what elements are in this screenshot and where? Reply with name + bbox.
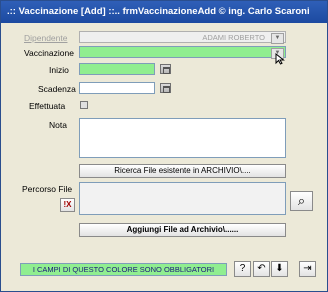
nota-textarea[interactable] [79,118,286,158]
search-icon[interactable]: ⌕ [290,191,313,211]
scadenza-calendar-icon[interactable] [160,83,171,93]
scadenza-label: Scadenza [38,84,76,94]
effettuata-label: Effettuata [29,101,66,111]
add-file-to-archive-button[interactable]: Aggiungi File ad Archivio\...... [79,223,286,237]
scadenza-date-field[interactable] [79,82,155,94]
dipendente-label: Dipendente [24,33,68,43]
clear-path-button[interactable]: !X [60,198,75,212]
percorso-file-label: Percorso File [22,184,73,194]
inizio-date-field[interactable] [79,63,155,75]
dipendente-value: ADAMI ROBERTO [202,33,265,42]
undo-icon[interactable]: ↶ [253,261,270,277]
inizio-calendar-icon[interactable] [160,64,171,74]
required-fields-hint: I CAMPI DI QUESTO COLORE SONO OBBLIGATOR… [20,263,227,276]
window-title: .:: Vaccinazione [Add] ::.. frmVaccinazi… [7,6,310,17]
nota-label: Nota [49,120,67,130]
exit-icon[interactable]: ⇥ [299,261,316,277]
percorso-file-field[interactable] [79,182,286,215]
title-bar: .:: Vaccinazione [Add] ::.. frmVaccinazi… [1,1,327,23]
dipendente-combo: ADAMI ROBERTO ▼ [79,31,286,44]
inizio-label: Inizio [49,65,69,75]
vaccinazione-combo[interactable]: ▼ [79,46,286,59]
vaccinazione-label: Vaccinazione [24,48,74,58]
dropdown-arrow-icon: ▼ [271,33,284,44]
vaccinazione-add-window: .:: Vaccinazione [Add] ::.. frmVaccinazi… [0,0,328,292]
mouse-cursor-icon [275,53,285,65]
save-icon[interactable]: ⬇ [271,261,288,277]
effettuata-checkbox[interactable] [80,101,88,109]
help-icon[interactable]: ? [234,261,251,277]
search-archive-file-button[interactable]: Ricerca File esistente in ARCHIVIO\.... [79,164,286,178]
